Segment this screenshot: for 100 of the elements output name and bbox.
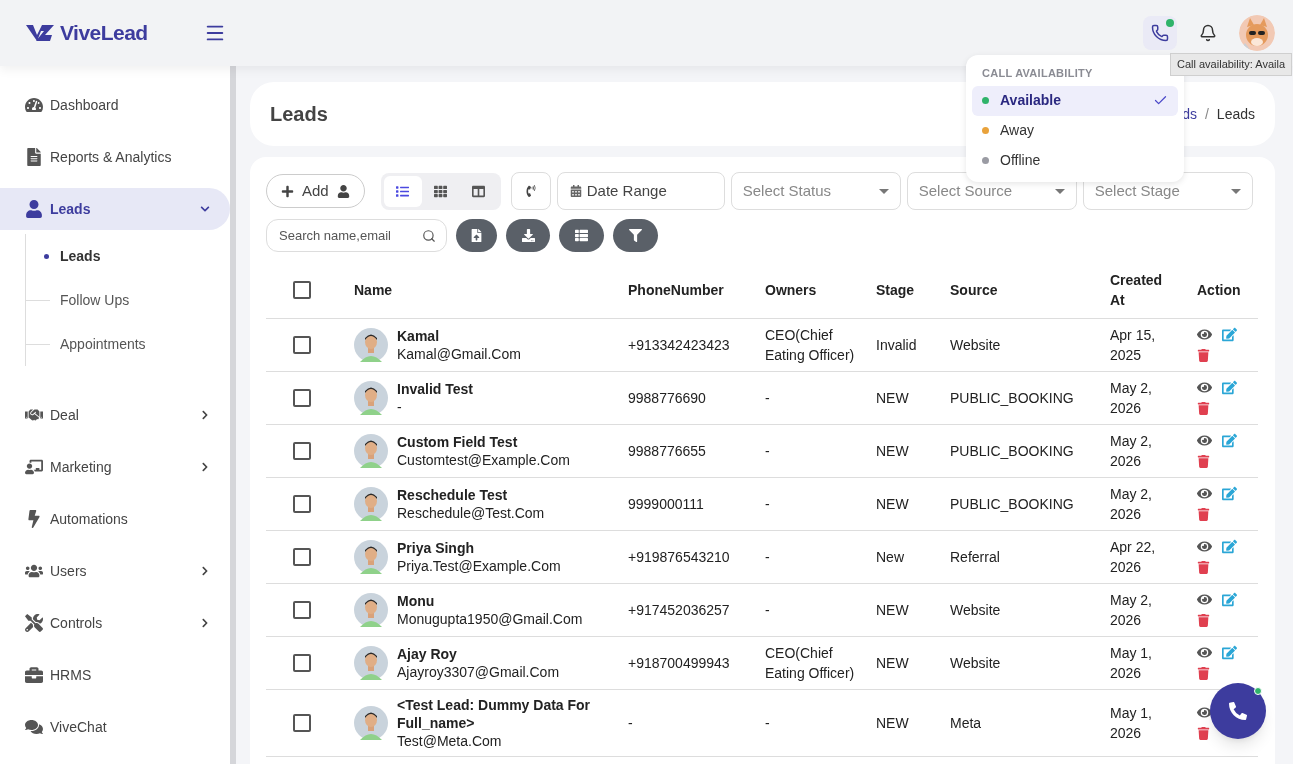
edit-icon[interactable] xyxy=(1222,433,1237,448)
sidebar-item[interactable]: Controls xyxy=(0,602,230,644)
submenu-item[interactable]: Follow Ups xyxy=(60,289,130,311)
sidebar-item[interactable]: Dashboard xyxy=(0,84,230,126)
table-cell: - xyxy=(765,389,770,406)
filter-button[interactable] xyxy=(613,219,658,252)
view-icon[interactable] xyxy=(1197,327,1212,342)
view-toggle[interactable] xyxy=(383,175,422,207)
sidebar-item[interactable]: Deal xyxy=(0,394,230,436)
select-field[interactable]: Select Source xyxy=(906,172,1077,210)
search-icon xyxy=(422,229,436,243)
search-field[interactable]: Search name,email xyxy=(266,219,447,252)
sidebar-item[interactable]: Automations xyxy=(0,498,230,540)
lead-email: Kamal@Gmail.Com xyxy=(397,344,521,363)
select-field[interactable]: Select Status xyxy=(730,172,901,210)
edit-icon[interactable] xyxy=(1222,380,1237,395)
caret-icon xyxy=(1230,188,1241,194)
delete-icon[interactable] xyxy=(1197,614,1210,627)
columns-button[interactable] xyxy=(559,219,604,252)
view-icon[interactable] xyxy=(1197,380,1212,395)
row-checkbox[interactable] xyxy=(293,335,311,354)
view-icon[interactable] xyxy=(1197,433,1212,448)
breadcrumb-separator: / xyxy=(1204,104,1209,124)
avatar-icon xyxy=(354,380,388,415)
row-checkbox[interactable] xyxy=(293,547,311,566)
grid-icon xyxy=(434,184,448,198)
availability-option[interactable]: Away xyxy=(972,115,1178,146)
sidebar-item[interactable]: HRMS xyxy=(0,654,230,696)
sidebar-item[interactable]: Leads xyxy=(0,188,230,230)
column-header: Name xyxy=(354,281,393,298)
row-checkbox[interactable] xyxy=(293,713,311,732)
delete-icon[interactable] xyxy=(1197,349,1210,362)
row-checkbox[interactable] xyxy=(293,494,311,513)
sidebar-item[interactable]: Users xyxy=(0,550,230,592)
view-icon[interactable] xyxy=(1197,539,1212,554)
breadcrumb-item: Leads xyxy=(1216,104,1255,124)
table-cell: +913342423423 xyxy=(628,336,730,353)
lead-name: Kamal xyxy=(397,326,441,345)
menu-title: CALL AVAILABILITY xyxy=(981,66,1094,81)
table-icon xyxy=(575,229,588,242)
avatar-icon xyxy=(354,486,388,521)
edit-icon[interactable] xyxy=(1222,327,1237,342)
table-cell: NEW xyxy=(876,714,909,731)
file-upload-icon xyxy=(470,229,483,242)
table-cell: NEW xyxy=(876,601,909,618)
sidebar-item[interactable]: Reports & Analytics xyxy=(0,136,230,178)
lead-email: Customtest@Example.Com xyxy=(397,450,570,469)
delete-icon[interactable] xyxy=(1197,402,1210,415)
row-checkbox[interactable] xyxy=(293,653,311,672)
lead-email: Test@Meta.Com xyxy=(397,731,503,750)
sidebar-item[interactable]: Marketing xyxy=(0,446,230,488)
table-cell: +919876543210 xyxy=(628,548,730,565)
table-cell: NEW xyxy=(876,495,909,512)
table-cell: May 2, 2026 xyxy=(1110,591,1152,628)
delete-icon[interactable] xyxy=(1197,561,1210,574)
download-icon xyxy=(521,229,535,242)
edit-icon[interactable] xyxy=(1222,592,1237,607)
table-cell: - xyxy=(765,548,770,565)
delete-icon[interactable] xyxy=(1197,727,1210,740)
submenu-item[interactable]: Leads xyxy=(60,245,101,267)
select-field[interactable]: Select Stage xyxy=(1082,172,1253,210)
presenter-icon xyxy=(25,458,43,476)
avatar-icon xyxy=(354,592,388,627)
lightning-icon xyxy=(25,510,43,528)
users-icon xyxy=(25,562,43,580)
call-log-button[interactable] xyxy=(510,172,551,210)
row-checkbox[interactable] xyxy=(293,600,311,619)
import-button[interactable] xyxy=(456,219,497,252)
avatar-icon xyxy=(354,705,388,740)
submenu-item[interactable]: Appointments xyxy=(60,333,146,355)
row-checkbox[interactable] xyxy=(293,388,311,407)
table-cell: 9988776655 xyxy=(628,442,706,459)
column-header: Created At xyxy=(1110,271,1163,308)
date-range-field[interactable]: Date Range xyxy=(556,172,725,210)
delete-icon[interactable] xyxy=(1197,455,1210,468)
view-icon[interactable] xyxy=(1197,645,1212,660)
delete-icon[interactable] xyxy=(1197,508,1210,521)
call-availability-button[interactable] xyxy=(1143,16,1177,50)
select-all-checkbox[interactable] xyxy=(293,280,311,299)
table-cell: May 2, 2026 xyxy=(1110,379,1152,416)
column-header: Owners xyxy=(765,281,817,298)
availability-option[interactable]: Available xyxy=(972,85,1178,116)
notification-button[interactable] xyxy=(1199,24,1217,42)
edit-icon[interactable] xyxy=(1222,486,1237,501)
row-checkbox[interactable] xyxy=(293,441,311,460)
avatar-icon xyxy=(354,645,388,680)
lead-name: Custom Field Test xyxy=(397,432,519,451)
tooltip: Call availability: Availa xyxy=(1170,53,1293,76)
table-cell: Meta xyxy=(950,714,982,731)
lead-name: Invalid Test xyxy=(397,379,473,398)
view-icon[interactable] xyxy=(1197,486,1212,501)
edit-icon[interactable] xyxy=(1222,539,1237,554)
phone-icon xyxy=(1229,702,1247,720)
download-button[interactable] xyxy=(506,219,550,252)
table-cell: Website xyxy=(950,654,1001,671)
delete-icon[interactable] xyxy=(1197,667,1210,680)
view-icon[interactable] xyxy=(1197,592,1212,607)
edit-icon[interactable] xyxy=(1222,645,1237,660)
sidebar-item[interactable]: ViveChat xyxy=(0,706,230,748)
lead-email: Monugupta1950@Gmail.Com xyxy=(397,609,583,628)
